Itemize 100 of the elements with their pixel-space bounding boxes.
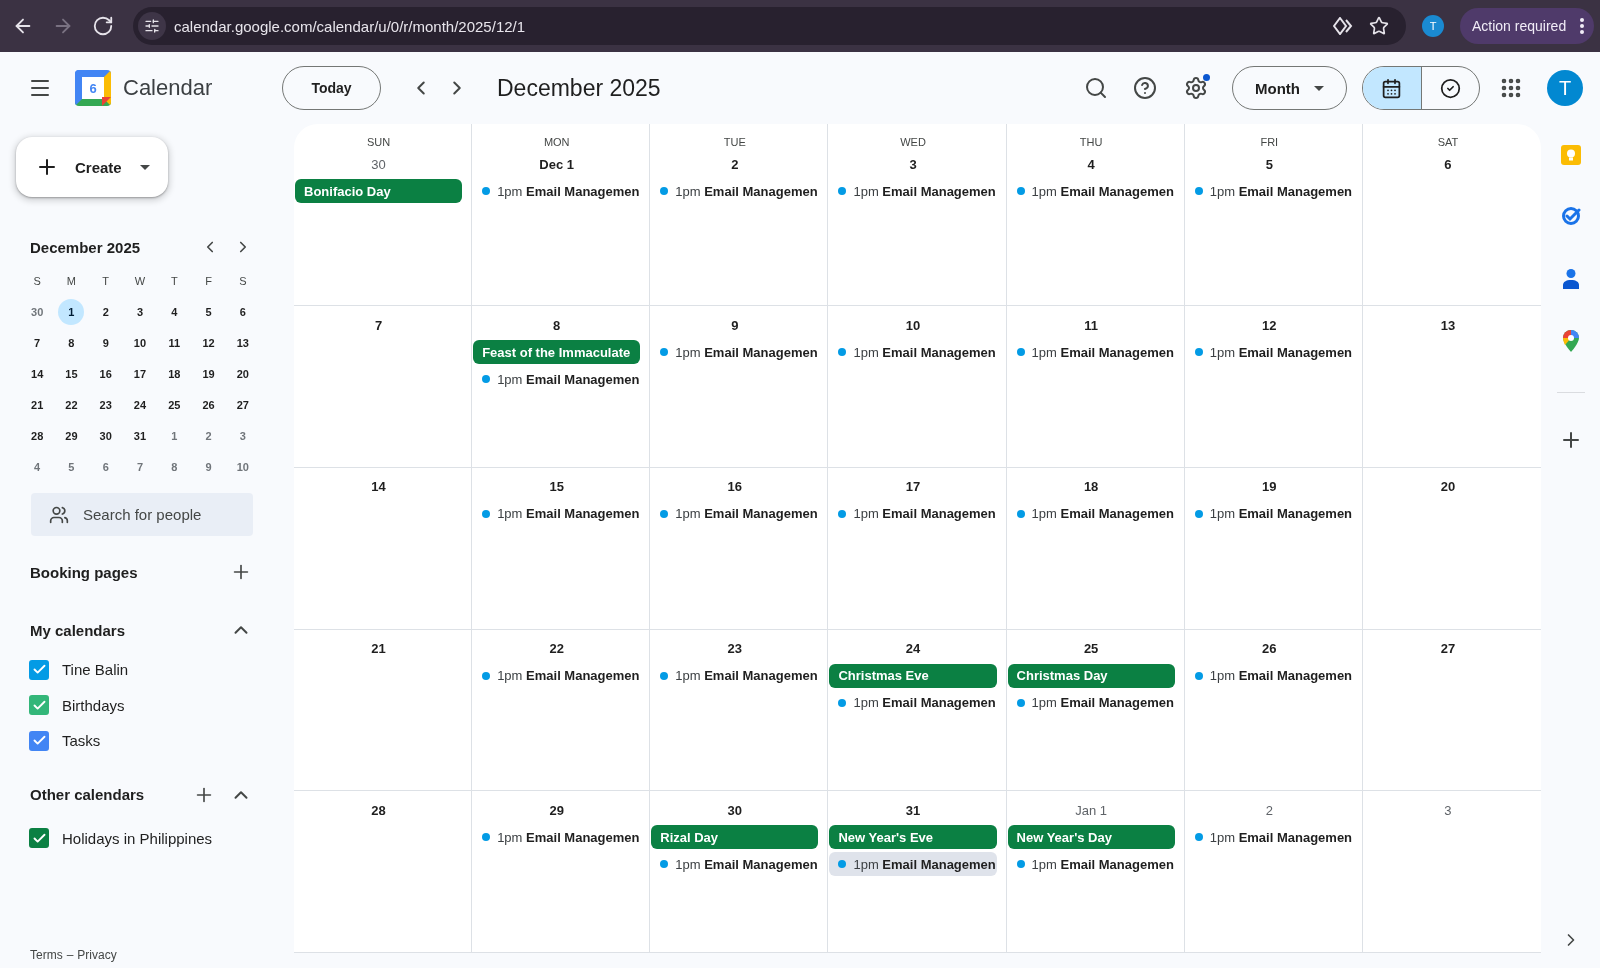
- mini-calendar-day[interactable]: 26: [195, 391, 222, 418]
- mini-calendar-day[interactable]: 6: [92, 453, 119, 480]
- mini-calendar-day[interactable]: 11: [161, 329, 188, 356]
- mini-calendar-day[interactable]: 23: [92, 391, 119, 418]
- search-people-field[interactable]: Search for people: [31, 493, 253, 536]
- mini-calendar-day[interactable]: 8: [58, 329, 85, 356]
- mini-calendar-day[interactable]: 7: [24, 329, 51, 356]
- date-number[interactable]: 26: [1256, 636, 1283, 661]
- mini-calendar-day[interactable]: 5: [195, 298, 222, 325]
- mini-calendar-day[interactable]: 7: [127, 453, 153, 480]
- holiday-event[interactable]: Rizal Day: [651, 825, 819, 850]
- mini-calendar-day[interactable]: 10: [127, 329, 153, 356]
- date-number[interactable]: 13: [1434, 313, 1462, 337]
- mini-calendar-day[interactable]: 9: [195, 453, 222, 480]
- date-number[interactable]: 11: [1078, 313, 1104, 337]
- site-info-button[interactable]: [138, 12, 166, 40]
- date-number[interactable]: Dec 1: [533, 152, 581, 176]
- date-number[interactable]: 25: [1077, 636, 1105, 661]
- date-number[interactable]: 10: [899, 313, 927, 337]
- date-number[interactable]: 24: [899, 636, 927, 661]
- footer-link[interactable]: Terms: [30, 948, 63, 962]
- mini-calendar-day[interactable]: 25: [161, 391, 188, 418]
- mini-calendar-day[interactable]: 20: [229, 360, 256, 387]
- date-number[interactable]: 31: [899, 798, 927, 823]
- mini-calendar-day[interactable]: 24: [127, 391, 153, 418]
- mini-calendar-day[interactable]: 17: [127, 360, 153, 387]
- mini-calendar-day[interactable]: 29: [58, 422, 85, 449]
- mini-calendar-day[interactable]: 14: [24, 360, 51, 387]
- event-item[interactable]: 1pm Email Managemen: [651, 340, 819, 364]
- footer-link[interactable]: Privacy: [77, 948, 117, 962]
- event-item[interactable]: 1pm Email Managemen: [651, 663, 819, 688]
- mini-calendar-day[interactable]: 31: [127, 422, 153, 449]
- mini-calendar-day[interactable]: 6: [229, 298, 256, 325]
- date-number[interactable]: 9: [725, 313, 745, 337]
- date-number[interactable]: 16: [721, 474, 749, 499]
- event-item[interactable]: 1pm Email Managemen: [473, 179, 641, 203]
- event-item[interactable]: 1pm Email Managemen: [651, 501, 819, 526]
- date-number[interactable]: 8: [547, 313, 567, 337]
- date-number[interactable]: 30: [365, 152, 392, 176]
- calendar-view-button[interactable]: [1363, 67, 1421, 109]
- date-number[interactable]: 30: [721, 798, 749, 823]
- event-item[interactable]: 1pm Email Managemen: [829, 852, 997, 877]
- holiday-event[interactable]: New Year's Day: [1007, 825, 1175, 850]
- mini-calendar-day[interactable]: 21: [24, 391, 51, 418]
- mini-calendar-day[interactable]: 2: [195, 422, 222, 449]
- event-item[interactable]: 1pm Email Managemen: [473, 501, 641, 526]
- date-number[interactable]: 21: [365, 636, 392, 661]
- event-item[interactable]: 1pm Email Managemen: [829, 690, 997, 715]
- mini-calendar-day[interactable]: 1: [161, 422, 188, 449]
- event-item[interactable]: 1pm Email Managemen: [1185, 340, 1353, 364]
- event-item[interactable]: 1pm Email Managemen: [1007, 501, 1175, 526]
- event-item[interactable]: 1pm Email Managemen: [651, 179, 819, 203]
- mini-calendar-day[interactable]: 15: [58, 360, 85, 387]
- mini-calendar-day[interactable]: 12: [195, 329, 222, 356]
- mini-calendar-day[interactable]: 1: [58, 298, 85, 325]
- event-item[interactable]: 1pm Email Managemen: [1007, 340, 1175, 364]
- date-number[interactable]: 5: [1259, 152, 1279, 176]
- holiday-event[interactable]: Feast of the Immaculate: [473, 340, 641, 364]
- mini-calendar-day[interactable]: 9: [92, 329, 119, 356]
- holiday-event[interactable]: Bonifacio Day: [295, 179, 463, 203]
- date-number[interactable]: 12: [1256, 313, 1283, 337]
- date-number[interactable]: 29: [543, 798, 570, 823]
- date-number[interactable]: 2: [1259, 798, 1279, 823]
- action-required-button[interactable]: Action required: [1460, 8, 1594, 44]
- event-item[interactable]: 1pm Email Managemen: [1185, 179, 1353, 203]
- mini-calendar-day[interactable]: 28: [24, 422, 51, 449]
- checkbox[interactable]: [29, 659, 49, 680]
- mini-calendar-day[interactable]: 5: [58, 453, 85, 480]
- holiday-event[interactable]: Christmas Eve: [829, 663, 997, 688]
- holiday-event[interactable]: New Year's Eve: [829, 825, 997, 850]
- date-number[interactable]: 28: [365, 798, 392, 823]
- mini-calendar-day[interactable]: 30: [24, 298, 51, 325]
- event-item[interactable]: 1pm Email Managemen: [1007, 179, 1175, 203]
- event-item[interactable]: 1pm Email Managemen: [473, 663, 641, 688]
- mini-calendar-day[interactable]: 4: [24, 453, 51, 480]
- event-item[interactable]: 1pm Email Managemen: [829, 179, 997, 203]
- event-item[interactable]: 1pm Email Managemen: [1185, 501, 1353, 526]
- mini-calendar-day[interactable]: 19: [195, 360, 222, 387]
- date-number[interactable]: 2: [725, 152, 745, 176]
- date-number[interactable]: 27: [1434, 636, 1462, 661]
- mini-calendar-day[interactable]: 2: [92, 298, 119, 325]
- event-item[interactable]: 1pm Email Managemen: [1007, 852, 1175, 877]
- event-item[interactable]: 1pm Email Managemen: [1185, 825, 1353, 850]
- mini-calendar-day[interactable]: 13: [229, 329, 256, 356]
- date-number[interactable]: 3: [903, 152, 923, 176]
- checkbox[interactable]: [29, 695, 49, 716]
- date-number[interactable]: 22: [543, 636, 570, 661]
- mini-calendar-day[interactable]: 22: [58, 391, 85, 418]
- date-number[interactable]: 7: [368, 313, 389, 337]
- date-number[interactable]: 3: [1438, 798, 1458, 823]
- date-number[interactable]: 6: [1438, 152, 1458, 176]
- date-number[interactable]: 4: [1081, 152, 1101, 176]
- mini-calendar-day[interactable]: 18: [161, 360, 188, 387]
- date-number[interactable]: 23: [721, 636, 749, 661]
- date-number[interactable]: 17: [899, 474, 927, 499]
- mini-calendar-day[interactable]: 3: [229, 422, 256, 449]
- date-number[interactable]: 19: [1256, 474, 1283, 499]
- date-number[interactable]: Jan 1: [1069, 798, 1114, 823]
- date-number[interactable]: 15: [543, 474, 570, 499]
- mini-calendar-day[interactable]: 3: [127, 298, 153, 325]
